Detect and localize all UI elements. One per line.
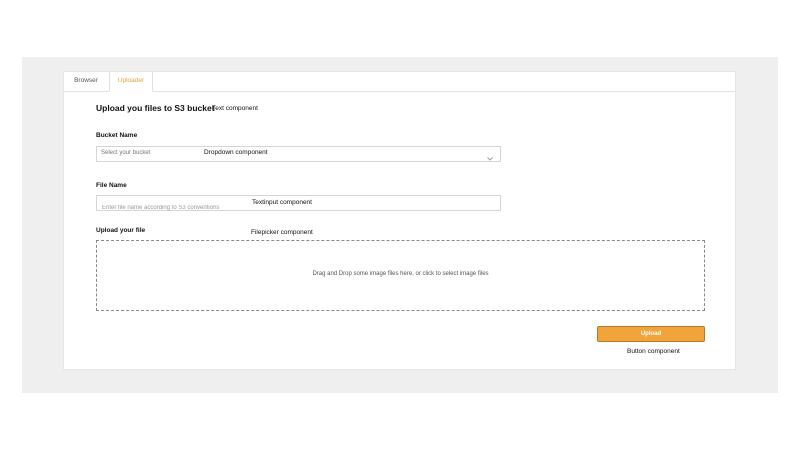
uploader-panel: Browser Uploader Upload you files to S3 … [63,71,736,370]
annotation-textinput-component: Textinput component [252,199,312,206]
tab-browser[interactable]: Browser [64,72,108,91]
annotation-filepicker-component: Filepicker component [251,229,313,236]
file-name-label: File Name [96,182,127,189]
bucket-name-label: Bucket Name [96,132,138,139]
upload-file-label: Upload your file [96,227,146,234]
file-dropzone[interactable]: Drag and Drop some image files here, or … [96,240,705,311]
bucket-dropdown-placeholder: Select your bucket [101,150,151,156]
upload-button[interactable]: Upload [597,326,705,342]
page-title: Upload you files to S3 bucket [96,103,215,113]
tab-uploader[interactable]: Uploader [109,72,153,92]
tab-bar: Browser Uploader [64,72,735,92]
dropzone-text: Drag and Drop some image files here, or … [312,271,489,277]
chevron-down-icon [486,150,494,161]
annotation-button-component: Button component [627,348,680,355]
annotation-text-component: Text component [212,105,258,112]
bucket-dropdown[interactable]: Select your bucket [96,146,501,162]
annotation-dropdown-component: Dropdown component [204,149,268,156]
